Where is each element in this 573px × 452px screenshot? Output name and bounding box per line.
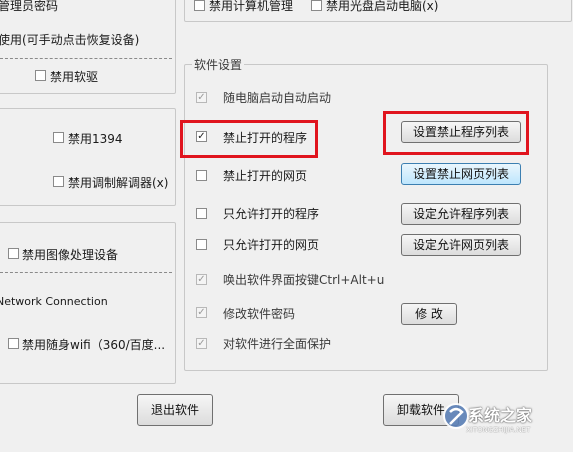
set-allowed-webpages-button[interactable]: 设定允许网页列表 — [401, 234, 521, 256]
exit-software-button[interactable]: 退出软件 — [137, 394, 213, 426]
set-allowed-programs-button[interactable]: 设定允许程序列表 — [401, 203, 521, 225]
disable-portable-wifi-label: 禁用随身wifi（360/百度... — [22, 338, 166, 352]
disable-floppy-label: 禁用软驱 — [50, 70, 99, 84]
admin-password-label: 管理员密码 — [0, 0, 59, 13]
separator-dashed-2 — [0, 272, 172, 273]
disable-1394-checkbox[interactable] — [53, 132, 64, 143]
full-protection-checkbox[interactable]: ✓ — [196, 338, 207, 349]
watermark-subtext: XITONGZHIJIA.NET — [466, 426, 531, 434]
watermark-text: 系统之家 — [468, 406, 533, 425]
hotkey-label: 唤出软件界面按键Ctrl+Alt+u — [223, 273, 385, 287]
watermark-circle-icon — [443, 403, 469, 429]
autostart-label: 随电脑启动自动启动 — [223, 91, 332, 105]
disable-imaging-label: 禁用图像处理设备 — [22, 248, 119, 262]
disable-computer-management-label: 禁用计算机管理 — [209, 0, 294, 13]
disable-floppy-checkbox[interactable] — [35, 70, 46, 81]
allow-webpages-label: 只允许打开的网页 — [223, 238, 320, 252]
disable-cd-boot-checkbox[interactable] — [311, 0, 322, 11]
disable-computer-management-checkbox[interactable] — [194, 0, 205, 11]
disable-modem-checkbox[interactable] — [53, 176, 64, 187]
full-protection-label: 对软件进行全面保护 — [223, 337, 332, 351]
network-connection-label: Network Connection — [0, 295, 108, 308]
block-webpages-label: 禁止打开的网页 — [223, 169, 308, 183]
set-blocked-webpages-button[interactable]: 设置禁止网页列表 — [401, 163, 521, 185]
change-password-label: 修改软件密码 — [223, 307, 296, 321]
highlight-block-programs — [180, 120, 318, 158]
disable-cd-boot-label: 禁用光盘启动电脑(x) — [326, 0, 439, 13]
highlight-set-blocked-programs — [383, 111, 529, 155]
allow-programs-label: 只允许打开的程序 — [223, 207, 320, 221]
allow-programs-checkbox[interactable] — [196, 208, 207, 219]
disable-modem-label: 禁用调制解调器(x) — [68, 176, 169, 190]
hotkey-checkbox[interactable]: ✓ — [196, 274, 207, 285]
disable-imaging-checkbox[interactable] — [8, 248, 19, 259]
software-settings-title: 软件设置 — [192, 56, 245, 73]
disable-portable-wifi-checkbox[interactable] — [8, 338, 19, 349]
left-mid-groupbox — [0, 108, 176, 206]
change-password-checkbox[interactable]: ✓ — [196, 307, 207, 318]
disable-1394-label: 禁用1394 — [68, 132, 123, 146]
manual-restore-label: 使用(可手动点击恢复设备) — [0, 33, 140, 47]
block-webpages-checkbox[interactable] — [196, 170, 207, 181]
autostart-checkbox[interactable]: ✓ — [196, 92, 207, 103]
allow-webpages-checkbox[interactable] — [196, 239, 207, 250]
modify-password-button[interactable]: 修 改 — [401, 303, 457, 325]
separator-dashed — [0, 58, 172, 59]
